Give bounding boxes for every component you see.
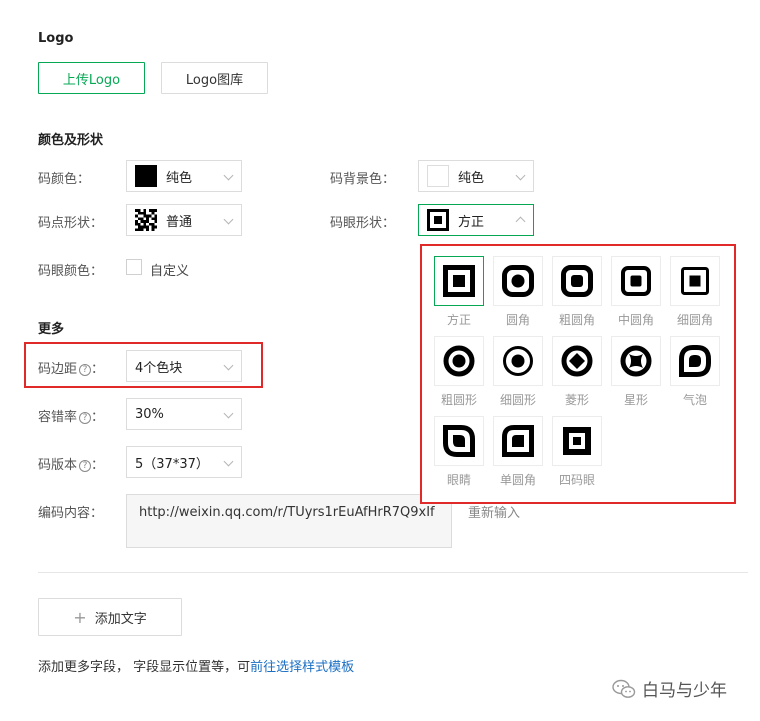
dot-shape-label: 码点形状： <box>38 216 104 231</box>
watermark: 白马与少年 <box>612 676 727 701</box>
error-rate-label: 容错率?： <box>38 410 105 425</box>
single-rounded-eye-icon <box>502 425 534 457</box>
eye-option-bubble[interactable]: 气泡 <box>670 336 720 408</box>
logo-section-title: Logo <box>38 31 74 46</box>
thin-circle-eye-icon <box>503 346 533 376</box>
thick-circle-eye-icon <box>443 345 475 377</box>
reinput-link[interactable]: 重新输入 <box>468 502 520 521</box>
eye-option-label: 单圆角 <box>499 473 536 487</box>
content-textarea[interactable]: http://weixin.qq.com/r/TUyrs1rEuAfHrR7Q9… <box>126 494 452 548</box>
four-eye-icon <box>563 427 591 455</box>
logo-library-button[interactable]: Logo图库 <box>161 62 268 94</box>
star-eye-icon <box>620 345 652 377</box>
eye-color-label: 码眼颜色： <box>38 264 104 279</box>
version-label: 码版本?： <box>38 458 105 473</box>
eye-option-square[interactable]: 方正 <box>434 256 484 328</box>
eye-option-eye[interactable]: 眼睛 <box>434 416 484 488</box>
version-value: 5（37*37） <box>135 456 209 472</box>
bg-color-select[interactable]: 纯色 <box>418 160 534 192</box>
wechat-icon <box>612 679 636 698</box>
dot-shape-select[interactable]: 普通 <box>126 204 242 236</box>
bubble-eye-icon <box>679 345 711 377</box>
chevron-down-icon <box>223 214 234 225</box>
help-icon[interactable]: ? <box>79 460 92 472</box>
eye-option-diamond[interactable]: 菱形 <box>552 336 602 408</box>
code-color-swatch <box>135 165 157 187</box>
bg-color-swatch <box>427 165 449 187</box>
chevron-up-icon <box>515 216 526 227</box>
chevron-down-icon <box>223 408 234 419</box>
chevron-down-icon <box>223 360 234 371</box>
eye-option-thin-rounded[interactable]: 细圆角 <box>670 256 720 328</box>
eye-option-label: 星形 <box>623 393 648 407</box>
eye-color-custom-label: 自定义 <box>150 264 190 279</box>
medium-rounded-eye-icon <box>621 266 651 296</box>
code-color-label: 码颜色： <box>38 172 91 187</box>
add-text-button[interactable]: + 添加文字 <box>38 598 182 636</box>
bg-color-value: 纯色 <box>458 170 485 186</box>
color-shape-section-title: 颜色及形状 <box>38 133 104 148</box>
eye-option-single-rounded[interactable]: 单圆角 <box>493 416 543 488</box>
chevron-down-icon <box>223 170 234 181</box>
eye-option-four-eye[interactable]: 四码眼 <box>552 416 602 488</box>
qr-dots-icon <box>135 209 157 231</box>
eye-shape-panel: 方正 圆角 粗圆角 中圆角 细圆角 粗圆形 细圆形 菱形 星形 气泡 眼睛 单圆… <box>420 244 736 504</box>
eye-option-label: 细圆形 <box>499 393 536 407</box>
help-icon[interactable]: ? <box>79 412 92 424</box>
eye-option-thin-circle[interactable]: 细圆形 <box>493 336 543 408</box>
rounded-eye-icon <box>502 265 534 297</box>
eye-shape-label: 码眼形状： <box>330 216 396 231</box>
section-divider <box>38 572 748 573</box>
eye-option-label: 粗圆形 <box>440 393 477 407</box>
add-text-label: 添加文字 <box>94 611 147 627</box>
thick-rounded-eye-icon <box>561 265 593 297</box>
style-template-link[interactable]: 前往选择样式模板 <box>250 660 354 675</box>
bg-color-label: 码背景色： <box>330 172 396 187</box>
square-eye-icon <box>427 209 449 231</box>
error-rate-value: 30% <box>135 406 164 422</box>
eye-option-thick-circle[interactable]: 粗圆形 <box>434 336 484 408</box>
eye-option-rounded[interactable]: 圆角 <box>493 256 543 328</box>
eye-option-label: 粗圆角 <box>558 313 595 327</box>
eye-option-label: 气泡 <box>682 393 707 407</box>
content-label: 编码内容： <box>38 506 104 521</box>
dot-shape-value: 普通 <box>166 214 193 230</box>
chevron-down-icon <box>515 170 526 181</box>
eye-option-label: 四码眼 <box>558 473 595 487</box>
margin-value: 4个色块 <box>135 360 183 376</box>
margin-select[interactable]: 4个色块 <box>126 350 242 382</box>
eye-option-thick-rounded[interactable]: 粗圆角 <box>552 256 602 328</box>
plus-icon: + <box>73 607 87 627</box>
error-rate-select[interactable]: 30% <box>126 398 242 430</box>
chevron-down-icon <box>223 456 234 467</box>
upload-logo-button[interactable]: 上传Logo <box>38 62 145 94</box>
eye-option-label: 眼睛 <box>446 473 471 487</box>
eye-option-label: 中圆角 <box>617 313 654 327</box>
thin-rounded-eye-icon <box>681 267 709 295</box>
eye-shape-icon <box>443 425 475 457</box>
eye-option-label: 菱形 <box>564 393 589 407</box>
diamond-eye-icon <box>561 345 593 377</box>
watermark-text: 白马与少年 <box>642 681 727 701</box>
eye-option-medium-rounded[interactable]: 中圆角 <box>611 256 661 328</box>
version-select[interactable]: 5（37*37） <box>126 446 242 478</box>
eye-color-custom-checkbox[interactable] <box>126 259 142 275</box>
eye-option-star[interactable]: 星形 <box>611 336 661 408</box>
square-eye-icon <box>443 265 475 297</box>
eye-shape-value: 方正 <box>458 214 485 230</box>
margin-label: 码边距?： <box>38 362 105 377</box>
code-color-value: 纯色 <box>166 170 193 186</box>
eye-shape-select[interactable]: 方正 <box>418 204 534 236</box>
help-icon[interactable]: ? <box>79 364 92 376</box>
eye-option-label: 细圆角 <box>676 313 713 327</box>
eye-option-label: 方正 <box>446 313 471 327</box>
more-section-title: 更多 <box>38 322 65 337</box>
eye-option-label: 圆角 <box>505 313 530 327</box>
code-color-select[interactable]: 纯色 <box>126 160 242 192</box>
footer-hint: 添加更多字段， 字段显示位置等，可前往选择样式模板 <box>38 660 355 675</box>
